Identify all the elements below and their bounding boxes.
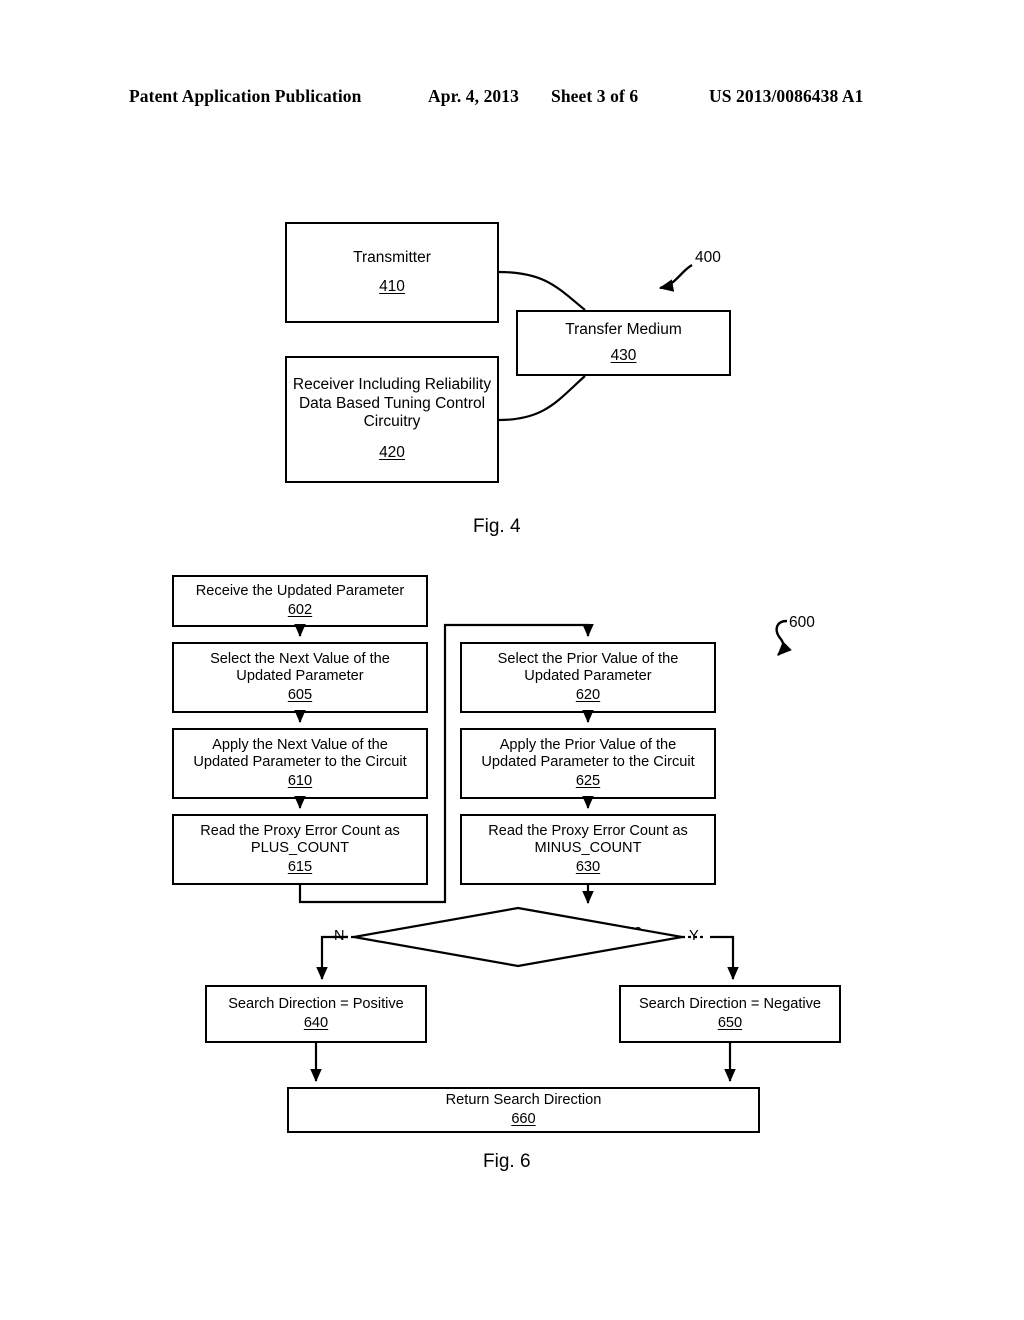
header-publication-date: Apr. 4, 2013: [428, 86, 519, 106]
figure4-caption: Fig. 4: [473, 516, 521, 537]
figure4-box-receiver-label: Receiver Including Reliability Data Base…: [292, 376, 492, 430]
figure6-step-650-label: Search Direction = Negative: [638, 996, 822, 1013]
figure6-step-620: Select the Prior Value of the Updated Pa…: [460, 642, 716, 713]
figure6-branch-label-no: N: [334, 928, 345, 944]
figure6-step-620-number: 620: [575, 686, 601, 703]
figure4-box-receiver-number: 420: [379, 444, 405, 462]
figure6-step-605-number: 605: [287, 686, 313, 703]
figure4-box-transfer-medium: Transfer Medium 430: [516, 310, 731, 376]
figure6-step-660-label: Return Search Direction: [445, 1092, 602, 1109]
figure6-step-610: Apply the Next Value of the Updated Para…: [172, 728, 428, 799]
figure6-step-640: Search Direction = Positive 640: [205, 985, 427, 1043]
figure6-step-640-label: Search Direction = Positive: [228, 996, 404, 1013]
figure6-step-602: Receive the Updated Parameter 602: [172, 575, 428, 627]
figure6-leader-600: [775, 619, 792, 656]
figure6-step-625: Apply the Prior Value of the Updated Par…: [460, 728, 716, 799]
figure4-leader-400: [658, 263, 693, 292]
figure6-step-615-label: Read the Proxy Error Count as PLUS_COUNT: [200, 823, 400, 857]
figure6-step-615-number: 615: [287, 858, 313, 875]
figure4-box-transfer-medium-number: 430: [610, 347, 637, 364]
header-publication-title: Patent Application Publication: [129, 86, 362, 106]
figure6-step-650: Search Direction = Negative 650: [619, 985, 841, 1043]
figure6-branch-yes-path: [710, 935, 739, 981]
figure6-step-615: Read the Proxy Error Count as PLUS_COUNT…: [172, 814, 428, 885]
figure6-decision-635-label: MINUS_COUNT > PLUS_COUNT?: [412, 925, 642, 941]
figure4-box-transfer-medium-label: Transfer Medium: [565, 320, 682, 338]
figure6-decision-635-number: 635: [514, 943, 540, 960]
figure4-box-receiver: Receiver Including Reliability Data Base…: [285, 356, 499, 483]
figure4-box-transmitter-label: Transmitter: [353, 248, 431, 266]
figure4-link-transmitter-medium: [498, 270, 586, 311]
figure4-box-transmitter-number: 410: [379, 278, 405, 295]
figure6-step-660: Return Search Direction 660: [287, 1087, 760, 1133]
figure6-step-650-number: 650: [717, 1014, 743, 1031]
figure6-decision-635: MINUS_COUNT > PLUS_COUNT? 635: [362, 925, 692, 960]
figure6-step-630: Read the Proxy Error Count as MINUS_COUN…: [460, 814, 716, 885]
figure6-step-602-number: 602: [287, 601, 313, 618]
figure6-step-625-label: Apply the Prior Value of the Updated Par…: [481, 737, 695, 771]
figure6-step-610-number: 610: [287, 772, 313, 789]
figure4-reference-numeral: 400: [695, 249, 721, 266]
figure6-step-605-label: Select the Next Value of the Updated Par…: [210, 651, 390, 685]
page-header: Patent Application Publication Apr. 4, 2…: [0, 86, 1024, 116]
figure6-step-602-label: Receive the Updated Parameter: [195, 583, 405, 600]
figure6-step-630-number: 630: [575, 858, 601, 875]
figure6-reference-numeral: 600: [789, 614, 815, 631]
figure6-step-620-label: Select the Prior Value of the Updated Pa…: [497, 651, 679, 685]
figure6-branch-label-yes: Y: [689, 928, 699, 944]
figure4-box-transmitter: Transmitter 410: [285, 222, 499, 323]
figure6-caption: Fig. 6: [483, 1151, 531, 1172]
header-patent-number: US 2013/0086438 A1: [709, 86, 864, 106]
figure6-step-640-number: 640: [303, 1014, 329, 1031]
figure6-step-625-number: 625: [575, 772, 601, 789]
figure4-link-medium-receiver: [498, 375, 586, 422]
figure6-step-610-label: Apply the Next Value of the Updated Para…: [193, 737, 407, 771]
figure6-step-605: Select the Next Value of the Updated Par…: [172, 642, 428, 713]
figure6-step-630-label: Read the Proxy Error Count as MINUS_COUN…: [488, 823, 688, 857]
header-sheet-number: Sheet 3 of 6: [551, 86, 639, 106]
figure6-step-660-number: 660: [511, 1110, 536, 1127]
